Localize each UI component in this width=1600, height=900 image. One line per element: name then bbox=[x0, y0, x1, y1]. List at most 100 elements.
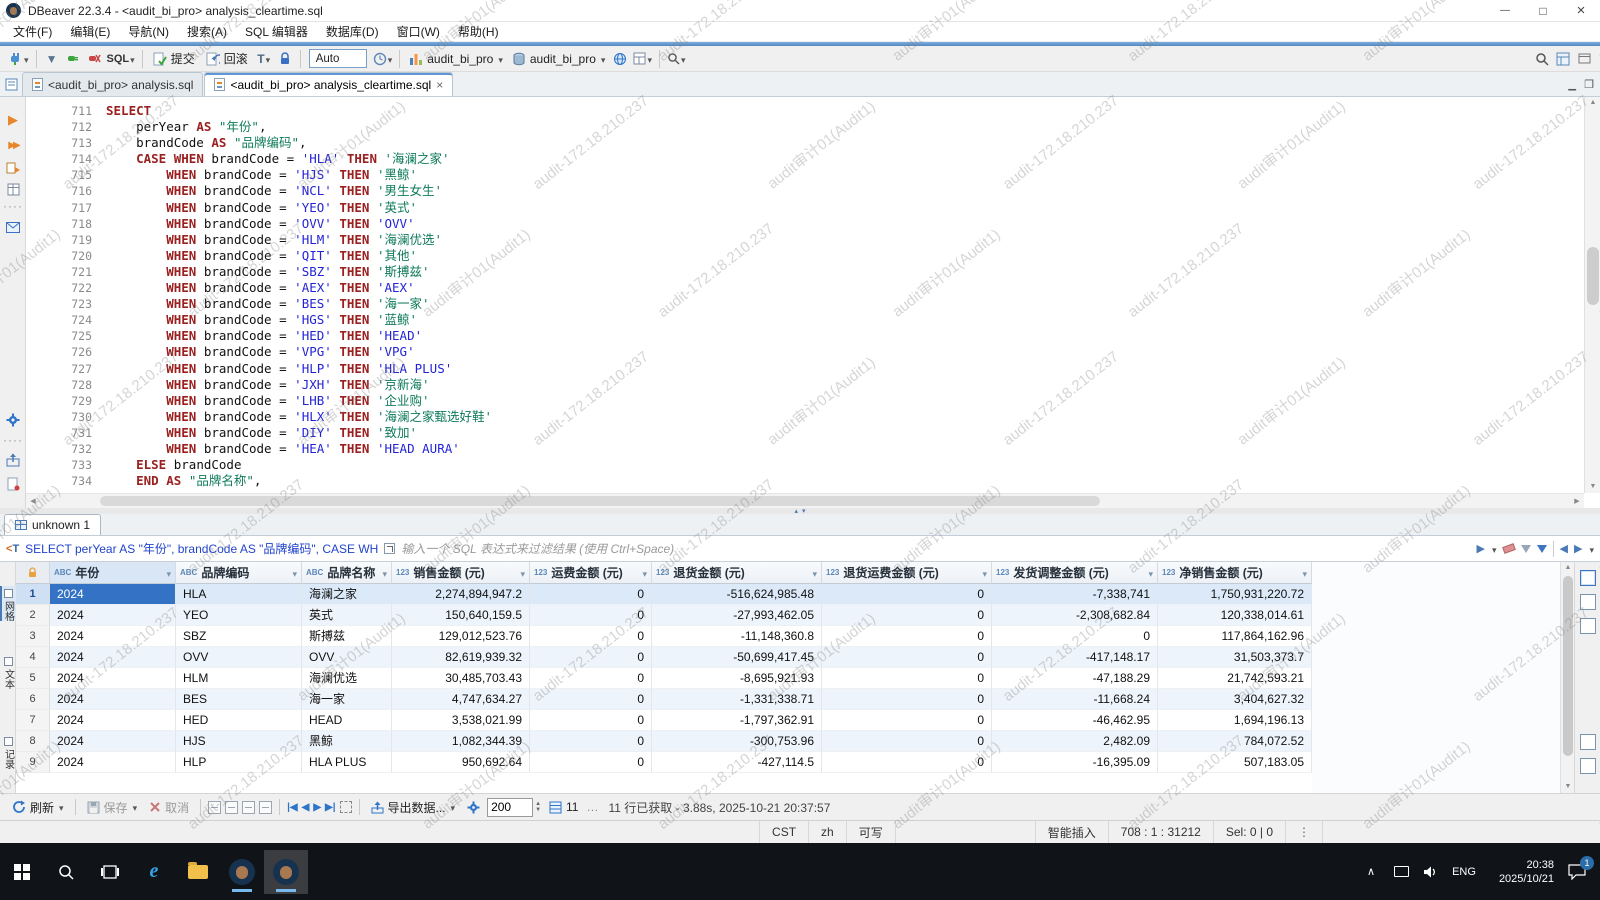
scroll-right-icon[interactable]: ▶ bbox=[1570, 494, 1584, 509]
editor-tab-0[interactable]: <audit_bi_pro> analysis.sql bbox=[22, 72, 204, 96]
table-cell[interactable]: 0 bbox=[822, 752, 992, 773]
lock-icon[interactable] bbox=[275, 48, 295, 70]
taskbar-clock[interactable]: 20:38 2025/10/21 bbox=[1482, 858, 1554, 886]
table-cell[interactable]: -417,148.17 bbox=[992, 647, 1158, 668]
code-line[interactable]: WHEN brandCode = 'LHB' THEN '企业购' bbox=[106, 393, 1584, 409]
table-cell[interactable]: 0 bbox=[822, 689, 992, 710]
execute-script-button[interactable]: ▶▶ bbox=[3, 135, 23, 155]
dbeaver-taskbar-icon[interactable] bbox=[220, 850, 264, 894]
add-row-icon[interactable] bbox=[225, 800, 239, 814]
previous-row-button[interactable] bbox=[302, 802, 310, 813]
table-cell[interactable]: 2024 bbox=[50, 689, 176, 710]
cancel-button[interactable]: 取消 bbox=[145, 796, 193, 818]
editor-list-icon[interactable] bbox=[0, 72, 22, 96]
maximize-editor-button[interactable] bbox=[1584, 77, 1594, 91]
table-cell[interactable]: -47,188.29 bbox=[992, 668, 1158, 689]
chevron-down-icon[interactable] bbox=[1588, 542, 1594, 556]
table-cell[interactable]: 0 bbox=[822, 605, 992, 626]
editor-vertical-scrollbar[interactable]: ▲ ▼ bbox=[1584, 97, 1600, 493]
column-header-2[interactable]: ABC 品牌名称 bbox=[302, 562, 392, 584]
scroll-up-icon[interactable]: ▲ bbox=[1585, 97, 1600, 109]
row-number[interactable]: 9 bbox=[16, 752, 50, 773]
more-actions-icon[interactable]: ···· bbox=[3, 430, 23, 450]
code-lines[interactable]: SELECT perYear AS "年份", brandCode AS "品牌… bbox=[100, 97, 1584, 489]
code-line[interactable]: WHEN brandCode = 'HLX' THEN '海澜之家甄选好鞋' bbox=[106, 409, 1584, 425]
action-center-icon[interactable]: 1 bbox=[1554, 850, 1600, 894]
tab-close-icon[interactable] bbox=[436, 78, 443, 92]
code-line[interactable]: WHEN brandCode = 'BES' THEN '海一家' bbox=[106, 296, 1584, 312]
results-tab[interactable]: unknown 1 bbox=[4, 514, 102, 535]
fetch-size-input[interactable] bbox=[487, 797, 534, 817]
table-cell[interactable]: HLM bbox=[176, 668, 302, 689]
code-line[interactable]: WHEN brandCode = 'DIY' THEN '致加' bbox=[106, 425, 1584, 441]
row-number[interactable]: 6 bbox=[16, 689, 50, 710]
grid-vertical-scrollbar[interactable]: ▲ ▼ bbox=[1560, 562, 1574, 793]
code-line[interactable]: perYear AS "年份", bbox=[106, 119, 1584, 135]
table-cell[interactable]: 英式 bbox=[302, 605, 392, 626]
execute-statement-button[interactable]: ▶ bbox=[3, 110, 23, 130]
table-cell[interactable]: -2,308,682.84 bbox=[992, 605, 1158, 626]
first-row-button[interactable] bbox=[287, 802, 298, 813]
code-line[interactable]: WHEN brandCode = 'HGS' THEN '蓝鲸' bbox=[106, 312, 1584, 328]
table-cell[interactable]: -8,695,921.93 bbox=[652, 668, 822, 689]
table-cell[interactable]: 1,082,344.39 bbox=[392, 731, 530, 752]
status-overflow-icon[interactable] bbox=[1285, 821, 1322, 843]
schema-select[interactable]: audit_bi_pro bbox=[508, 48, 610, 70]
table-cell[interactable]: -11,148,360.8 bbox=[652, 626, 822, 647]
table-cell[interactable]: 0 bbox=[822, 668, 992, 689]
row-number[interactable]: 3 bbox=[16, 626, 50, 647]
row-header-corner[interactable] bbox=[16, 562, 50, 584]
execute-new-tab-button[interactable] bbox=[3, 158, 23, 178]
history-forward-icon[interactable]: ▶ bbox=[1574, 542, 1582, 555]
table-cell[interactable]: 2024 bbox=[50, 647, 176, 668]
value-panel-icon[interactable] bbox=[1580, 570, 1596, 586]
menu-item-4[interactable]: SQL 编辑器 bbox=[236, 22, 317, 42]
column-filter-icon[interactable] bbox=[1302, 566, 1307, 580]
table-cell[interactable]: HLP bbox=[176, 752, 302, 773]
maximize-window-button[interactable] bbox=[1524, 0, 1562, 21]
table-cell[interactable]: 784,072.52 bbox=[1158, 731, 1312, 752]
metadata-panel-icon[interactable] bbox=[1580, 618, 1596, 634]
scroll-down-icon[interactable]: ▼ bbox=[1561, 781, 1575, 793]
code-line[interactable]: WHEN brandCode = 'HLM' THEN '海澜优选' bbox=[106, 232, 1584, 248]
minimize-editor-button[interactable] bbox=[1568, 77, 1576, 91]
table-cell[interactable]: -1,797,362.91 bbox=[652, 710, 822, 731]
table-cell[interactable]: 129,012,523.76 bbox=[392, 626, 530, 647]
presentation-tab-1[interactable]: 文本 bbox=[0, 654, 16, 689]
scroll-down-icon[interactable]: ▼ bbox=[1585, 481, 1600, 493]
connection-select[interactable]: audit_bi_pro bbox=[405, 48, 507, 70]
table-cell[interactable]: 0 bbox=[530, 626, 652, 647]
table-cell[interactable]: -516,624,985.48 bbox=[652, 584, 822, 605]
presentation-tab-0[interactable]: 网格 bbox=[0, 586, 16, 621]
table-cell[interactable]: YEO bbox=[176, 605, 302, 626]
column-header-4[interactable]: 123 运费金额 (元) bbox=[530, 562, 652, 584]
clear-filter-icon[interactable] bbox=[1501, 543, 1516, 554]
filter-input[interactable]: 输入一个 SQL 表达式来过滤结果 (使用 Ctrl+Space) bbox=[401, 540, 1470, 557]
table-cell[interactable]: -427,114.5 bbox=[652, 752, 822, 773]
hidden-icons-caret[interactable] bbox=[1356, 850, 1386, 894]
table-cell[interactable]: 2,274,894,947.2 bbox=[392, 584, 530, 605]
start-button[interactable] bbox=[0, 850, 44, 894]
table-row[interactable]: 7 2024 HED HEAD 3,538,021.99 0 -1,797,362.91 0-… bbox=[16, 710, 1312, 731]
code-line[interactable]: SELECT bbox=[106, 103, 1584, 119]
column-header-6[interactable]: 123 退货运费金额 (元) bbox=[822, 562, 992, 584]
table-cell[interactable]: 2,482.09 bbox=[992, 731, 1158, 752]
table-cell[interactable]: 2024 bbox=[50, 584, 176, 605]
perspective-icon[interactable] bbox=[1553, 48, 1573, 70]
column-filter-icon[interactable] bbox=[166, 566, 171, 580]
column-filter-icon[interactable] bbox=[382, 566, 387, 580]
table-cell[interactable]: 2024 bbox=[50, 668, 176, 689]
minimize-window-button[interactable] bbox=[1486, 0, 1524, 21]
table-cell[interactable]: 150,640,159.5 bbox=[392, 605, 530, 626]
table-cell[interactable]: 0 bbox=[822, 584, 992, 605]
code-line[interactable]: CASE WHEN brandCode = 'HLA' THEN '海澜之家' bbox=[106, 151, 1584, 167]
table-cell[interactable]: 0 bbox=[530, 731, 652, 752]
panel-layout-dropdown[interactable] bbox=[631, 48, 654, 70]
table-cell[interactable]: 507,183.05 bbox=[1158, 752, 1312, 773]
table-cell[interactable]: 1,694,196.13 bbox=[1158, 710, 1312, 731]
export-result-button[interactable] bbox=[3, 450, 23, 470]
scroll-left-icon[interactable]: ◀ bbox=[26, 494, 40, 509]
table-cell[interactable]: 0 bbox=[992, 626, 1158, 647]
table-row[interactable]: 2 2024 YEO 英式 150,640,159.5 0 -27,993,462.05 0-… bbox=[16, 605, 1312, 626]
table-cell[interactable]: 2024 bbox=[50, 752, 176, 773]
